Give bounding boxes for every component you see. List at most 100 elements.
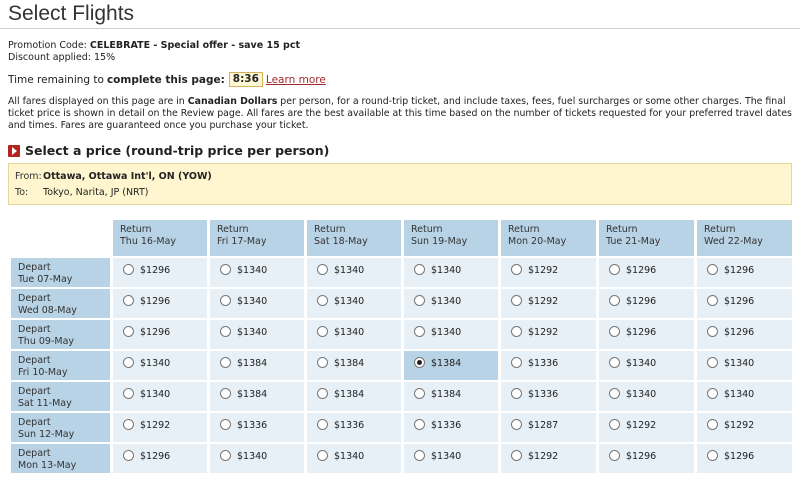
fare-cell[interactable]: $1340 <box>599 351 694 380</box>
fare-cell[interactable]: $1340 <box>210 289 304 318</box>
fare-cell[interactable]: $1384 <box>307 382 401 411</box>
radio-icon[interactable] <box>317 388 328 399</box>
learn-more-link[interactable]: Learn more <box>266 74 326 86</box>
fare-cell[interactable]: $1287 <box>501 413 596 442</box>
fare-cell[interactable]: $1340 <box>697 351 792 380</box>
radio-icon[interactable] <box>220 264 231 275</box>
radio-icon[interactable] <box>123 388 134 399</box>
radio-icon[interactable] <box>511 450 522 461</box>
radio-icon[interactable] <box>414 388 425 399</box>
fare-cell[interactable]: $1296 <box>599 444 694 473</box>
radio-icon[interactable] <box>609 357 620 368</box>
radio-icon[interactable] <box>123 264 134 275</box>
fare-cell[interactable]: $1340 <box>307 258 401 287</box>
radio-icon[interactable] <box>707 388 718 399</box>
radio-icon[interactable] <box>123 450 134 461</box>
fare-cell[interactable]: $1292 <box>113 413 207 442</box>
fare-cell[interactable]: $1340 <box>599 382 694 411</box>
radio-icon[interactable] <box>511 264 522 275</box>
fare-cell[interactable]: $1296 <box>697 258 792 287</box>
fare-cell[interactable]: $1296 <box>599 258 694 287</box>
radio-icon[interactable] <box>707 326 718 337</box>
radio-icon[interactable] <box>220 388 231 399</box>
radio-icon[interactable] <box>220 357 231 368</box>
radio-icon[interactable] <box>220 326 231 337</box>
radio-icon[interactable] <box>707 450 718 461</box>
radio-icon[interactable] <box>511 357 522 368</box>
radio-icon[interactable] <box>414 450 425 461</box>
fare-cell[interactable]: $1292 <box>501 444 596 473</box>
fare-cell[interactable]: $1340 <box>113 351 207 380</box>
fare-cell[interactable]: $1296 <box>113 289 207 318</box>
fare-cell[interactable]: $1340 <box>210 258 304 287</box>
fare-cell[interactable]: $1336 <box>501 351 596 380</box>
fare-cell[interactable]: $1292 <box>501 289 596 318</box>
radio-icon[interactable] <box>220 450 231 461</box>
radio-icon[interactable] <box>707 419 718 430</box>
fare-cell[interactable]: $1340 <box>210 444 304 473</box>
radio-icon[interactable] <box>414 326 425 337</box>
fare-cell[interactable]: $1340 <box>113 382 207 411</box>
radio-icon[interactable] <box>317 264 328 275</box>
fare-cell[interactable]: $1340 <box>404 320 498 349</box>
radio-icon[interactable] <box>414 419 425 430</box>
radio-icon[interactable] <box>511 419 522 430</box>
radio-icon[interactable] <box>317 450 328 461</box>
fare-cell[interactable]: $1296 <box>113 444 207 473</box>
fare-cell[interactable]: $1296 <box>697 320 792 349</box>
fare-cell[interactable]: $1384 <box>210 351 304 380</box>
radio-icon[interactable] <box>123 419 134 430</box>
radio-icon[interactable] <box>609 295 620 306</box>
radio-icon[interactable] <box>414 264 425 275</box>
radio-icon[interactable] <box>511 295 522 306</box>
fare-cell[interactable]: $1292 <box>697 413 792 442</box>
fare-cell[interactable]: $1336 <box>501 382 596 411</box>
fare-cell[interactable]: $1340 <box>307 289 401 318</box>
fare-cell[interactable]: $1384 <box>404 351 498 380</box>
fare-cell[interactable]: $1336 <box>307 413 401 442</box>
fare-cell[interactable]: $1384 <box>307 351 401 380</box>
fare-cell[interactable]: $1296 <box>113 320 207 349</box>
radio-icon[interactable] <box>123 326 134 337</box>
radio-icon[interactable] <box>511 388 522 399</box>
radio-icon[interactable] <box>317 295 328 306</box>
radio-icon[interactable] <box>609 264 620 275</box>
fare-cell[interactable]: $1296 <box>599 320 694 349</box>
radio-icon[interactable] <box>707 357 718 368</box>
fare-cell[interactable]: $1336 <box>210 413 304 442</box>
radio-icon[interactable] <box>220 419 231 430</box>
radio-icon[interactable] <box>317 357 328 368</box>
radio-icon[interactable] <box>317 326 328 337</box>
fare-cell[interactable]: $1296 <box>697 289 792 318</box>
fare-cell[interactable]: $1336 <box>404 413 498 442</box>
fare-cell[interactable]: $1340 <box>404 444 498 473</box>
fare-cell[interactable]: $1340 <box>697 382 792 411</box>
fare-cell[interactable]: $1296 <box>113 258 207 287</box>
fare-cell[interactable]: $1296 <box>697 444 792 473</box>
fare-cell[interactable]: $1384 <box>404 382 498 411</box>
fare-cell[interactable]: $1340 <box>307 320 401 349</box>
fare-cell[interactable]: $1292 <box>599 413 694 442</box>
depart-row: Depart Tue 07-May $1296 $1340 $1340 $1340 $129… <box>11 258 792 287</box>
fare-cell[interactable]: $1340 <box>404 258 498 287</box>
radio-icon[interactable] <box>707 295 718 306</box>
radio-icon[interactable] <box>220 295 231 306</box>
radio-selected-icon[interactable] <box>414 357 425 368</box>
radio-icon[interactable] <box>123 295 134 306</box>
radio-icon[interactable] <box>609 326 620 337</box>
radio-icon[interactable] <box>609 450 620 461</box>
radio-icon[interactable] <box>511 326 522 337</box>
fare-cell[interactable]: $1296 <box>599 289 694 318</box>
fare-cell[interactable]: $1340 <box>307 444 401 473</box>
radio-icon[interactable] <box>123 357 134 368</box>
radio-icon[interactable] <box>414 295 425 306</box>
radio-icon[interactable] <box>707 264 718 275</box>
radio-icon[interactable] <box>609 388 620 399</box>
fare-cell[interactable]: $1292 <box>501 320 596 349</box>
fare-cell[interactable]: $1292 <box>501 258 596 287</box>
fare-cell[interactable]: $1340 <box>404 289 498 318</box>
fare-cell[interactable]: $1384 <box>210 382 304 411</box>
fare-cell[interactable]: $1340 <box>210 320 304 349</box>
radio-icon[interactable] <box>317 419 328 430</box>
radio-icon[interactable] <box>609 419 620 430</box>
